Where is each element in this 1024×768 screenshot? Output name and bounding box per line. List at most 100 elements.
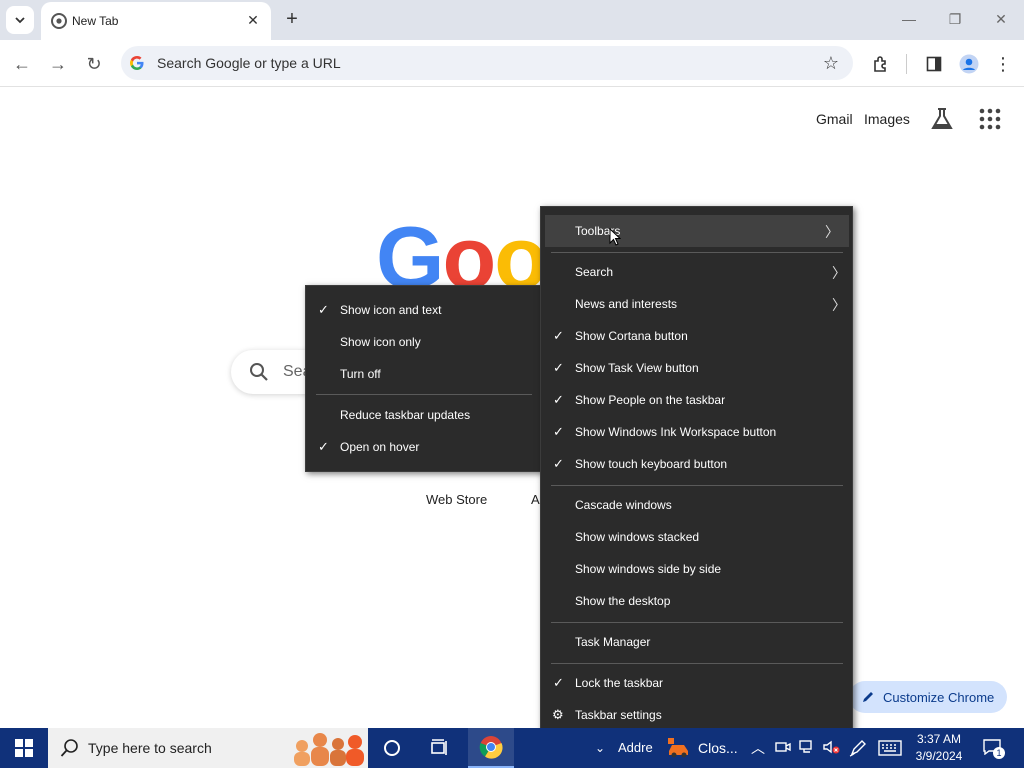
labs-flask-icon[interactable]	[931, 107, 953, 136]
menu-item-label: Show windows side by side	[575, 562, 722, 576]
taskbar-chrome-app[interactable]	[468, 728, 514, 768]
profile-avatar-icon[interactable]	[957, 52, 981, 76]
menu-item-task-manager[interactable]: Task Manager	[541, 626, 852, 658]
checkmark-icon: ✓	[318, 302, 329, 317]
menu-item-label: Cascade windows	[575, 498, 672, 512]
cortana-circle-icon	[384, 740, 400, 756]
menu-item-show-icon-and-text[interactable]: ✓ Show icon and text	[306, 294, 542, 326]
google-g-icon	[130, 56, 144, 70]
customize-chrome-button[interactable]: Customize Chrome	[849, 681, 1007, 713]
notification-center-icon[interactable]: 1	[983, 739, 1005, 759]
menu-item-label: Reduce taskbar updates	[340, 408, 471, 422]
reload-button[interactable]: ↻	[81, 51, 107, 77]
mouse-cursor-icon	[609, 228, 621, 246]
close-tab-icon[interactable]: ✕	[245, 12, 261, 28]
windows-taskbar: Type here to search ⌄ Addre Clos... ︿ 3:…	[0, 728, 1024, 768]
news-interests-submenu: ✓ Show icon and text Show icon only Turn…	[305, 285, 543, 472]
tab-new-tab[interactable]: New Tab ✕	[41, 2, 271, 40]
tab-strip: New Tab ✕ + — ❐ ✕	[0, 0, 1024, 40]
checkmark-icon: ✓	[553, 360, 564, 375]
pencil-icon	[863, 692, 873, 702]
network-icon[interactable]	[798, 739, 816, 758]
menu-item-toolbars[interactable]: Toolbars 〉	[545, 215, 849, 247]
checkmark-icon: ✓	[553, 328, 564, 343]
menu-item-taskbar-settings[interactable]: ⚙ Taskbar settings	[541, 699, 852, 731]
task-view-button[interactable]	[420, 728, 460, 768]
menu-item-show-touch-keyboard[interactable]: ✓ Show touch keyboard button	[541, 448, 852, 480]
menu-item-label: Show the desktop	[575, 594, 671, 608]
search-icon	[250, 363, 268, 381]
taskbar-clock[interactable]: 3:37 AM 3/9/2024	[900, 731, 978, 765]
menu-item-open-on-hover[interactable]: ✓ Open on hover	[306, 431, 542, 463]
toolbar-divider	[906, 54, 907, 74]
taskbar-search-placeholder: Type here to search	[88, 740, 212, 756]
taskbar-context-menu: Toolbars 〉 Search 〉 News and interests 〉…	[540, 206, 853, 739]
chrome-favicon-icon	[51, 13, 67, 29]
shortcut-partial[interactable]: A	[531, 492, 540, 507]
new-tab-button[interactable]: +	[281, 8, 303, 30]
news-widget-label[interactable]: Clos...	[698, 740, 738, 756]
meet-now-icon[interactable]	[775, 739, 791, 758]
chevron-down-icon	[15, 17, 25, 24]
taskbar-search-box[interactable]: Type here to search	[48, 728, 368, 768]
restore-button[interactable]: ❐	[941, 8, 969, 30]
menu-item-label: Taskbar settings	[575, 708, 662, 722]
omnibox-placeholder: Search Google or type a URL	[157, 55, 341, 71]
notification-count-badge: 1	[993, 747, 1005, 759]
menu-item-news-and-interests[interactable]: News and interests 〉	[541, 288, 852, 320]
menu-item-show-the-desktop[interactable]: Show the desktop	[541, 585, 852, 617]
menu-item-lock-the-taskbar[interactable]: ✓ Lock the taskbar	[541, 667, 852, 699]
checkmark-icon: ✓	[553, 456, 564, 471]
weather-car-icon[interactable]	[664, 728, 694, 768]
menu-item-turn-off[interactable]: Turn off	[306, 358, 542, 390]
images-link[interactable]: Images	[864, 111, 910, 127]
start-button[interactable]	[0, 728, 48, 768]
menu-item-show-icon-only[interactable]: Show icon only	[306, 326, 542, 358]
menu-separator	[551, 663, 843, 664]
touch-keyboard-icon[interactable]	[878, 740, 902, 759]
checkmark-icon: ✓	[553, 392, 564, 407]
chrome-icon	[479, 736, 503, 759]
side-panel-icon[interactable]	[922, 52, 946, 76]
menu-item-label: Show windows stacked	[575, 530, 700, 544]
menu-item-label: Show People on the taskbar	[575, 393, 726, 407]
tab-search-button[interactable]	[6, 6, 34, 34]
menu-item-reduce-taskbar-updates[interactable]: Reduce taskbar updates	[306, 399, 542, 431]
menu-item-label: Search	[575, 265, 614, 279]
gmail-link[interactable]: Gmail	[816, 111, 853, 127]
search-icon	[60, 739, 78, 757]
back-button[interactable]: ←	[9, 51, 35, 77]
address-toolbar-label[interactable]: Addre	[618, 740, 653, 755]
menu-separator	[551, 252, 843, 253]
chrome-menu-icon[interactable]: ⋮	[991, 52, 1015, 76]
bookmark-star-icon[interactable]: ☆	[823, 53, 839, 74]
cortana-button[interactable]	[372, 728, 412, 768]
shortcut-web-store[interactable]: Web Store	[426, 492, 487, 507]
menu-item-cascade-windows[interactable]: Cascade windows	[541, 489, 852, 521]
submenu-arrow-icon: 〉	[832, 297, 846, 313]
menu-item-label: Turn off	[340, 367, 381, 381]
menu-item-show-task-view-button[interactable]: ✓ Show Task View button	[541, 352, 852, 384]
menu-item-search[interactable]: Search 〉	[541, 256, 852, 288]
search-highlight-people-icon	[294, 733, 364, 766]
extensions-icon[interactable]	[869, 52, 893, 76]
menu-item-label: Show touch keyboard button	[575, 457, 728, 471]
close-window-button[interactable]: ✕	[987, 8, 1015, 30]
omnibox[interactable]: Search Google or type a URL ☆	[121, 46, 853, 80]
menu-item-show-windows-side-by-side[interactable]: Show windows side by side	[541, 553, 852, 585]
apps-grid-icon[interactable]	[979, 108, 1001, 135]
address-toolbar-chevron-icon[interactable]: ⌄	[592, 728, 608, 768]
menu-item-show-ink-workspace[interactable]: ✓ Show Windows Ink Workspace button	[541, 416, 852, 448]
menu-separator	[551, 485, 843, 486]
forward-button[interactable]: →	[45, 51, 71, 77]
submenu-arrow-icon: 〉	[832, 265, 846, 281]
volume-muted-icon[interactable]	[822, 739, 840, 758]
minimize-button[interactable]: —	[895, 8, 923, 30]
menu-item-show-cortana-button[interactable]: ✓ Show Cortana button	[541, 320, 852, 352]
menu-item-show-people[interactable]: ✓ Show People on the taskbar	[541, 384, 852, 416]
tray-overflow-chevron-icon[interactable]: ︿	[751, 738, 765, 758]
menu-item-label: Show icon and text	[340, 303, 442, 317]
submenu-arrow-icon: 〉	[825, 224, 839, 240]
windows-ink-pen-icon[interactable]	[849, 739, 867, 760]
menu-item-show-windows-stacked[interactable]: Show windows stacked	[541, 521, 852, 553]
